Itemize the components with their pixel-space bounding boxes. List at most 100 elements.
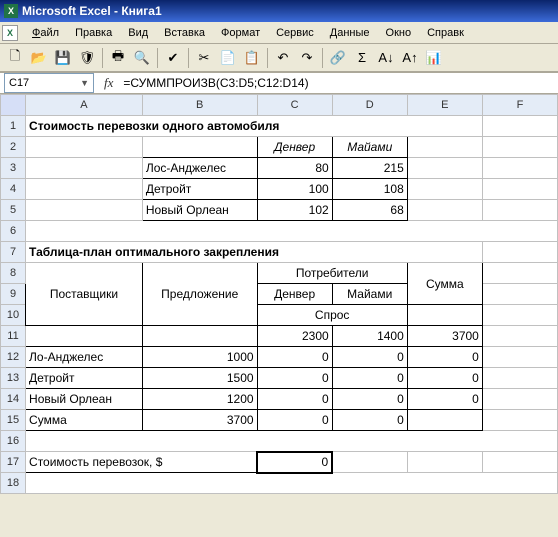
cell-A17[interactable]: Стоимость перевозок, $ [26, 452, 258, 473]
row-header-17[interactable]: 17 [1, 452, 26, 473]
cell-D3[interactable]: 215 [332, 158, 407, 179]
cell-A5[interactable] [26, 200, 143, 221]
cell-A12[interactable]: Ло-Анджелес [26, 347, 143, 368]
menu-view[interactable]: Вид [120, 25, 156, 41]
chart-icon[interactable]: 📊 [423, 47, 445, 69]
cell-F13[interactable] [482, 368, 557, 389]
cell-B13[interactable]: 1500 [142, 368, 257, 389]
grid[interactable]: A B C D E F 1 Стоимость перевозки одного… [0, 94, 558, 494]
cell-F4[interactable] [482, 179, 557, 200]
row-header-6[interactable]: 6 [1, 221, 26, 242]
cell-D15[interactable]: 0 [332, 410, 407, 431]
cell-E11[interactable]: 3700 [407, 326, 482, 347]
worksheet[interactable]: A B C D E F 1 Стоимость перевозки одного… [0, 94, 558, 494]
cell-B2[interactable] [142, 137, 257, 158]
cell-B5[interactable]: Новый Орлеан [142, 200, 257, 221]
cell-B8[interactable]: Предложение [142, 263, 257, 326]
cell-B15[interactable]: 3700 [142, 410, 257, 431]
cell-A14[interactable]: Новый Орлеан [26, 389, 143, 410]
cell-E15[interactable] [407, 410, 482, 431]
row-header-11[interactable]: 11 [1, 326, 26, 347]
row-header-2[interactable]: 2 [1, 137, 26, 158]
cell-B12[interactable]: 1000 [142, 347, 257, 368]
cell-C4[interactable]: 100 [257, 179, 332, 200]
col-header-B[interactable]: B [142, 95, 257, 116]
cell-A2[interactable] [26, 137, 143, 158]
cell-E8[interactable]: Сумма [407, 263, 482, 305]
cell-E17[interactable] [407, 452, 482, 473]
cell-D9[interactable]: Майами [332, 284, 407, 305]
cell-F3[interactable] [482, 158, 557, 179]
menu-format[interactable]: Формат [213, 25, 268, 41]
cell-F12[interactable] [482, 347, 557, 368]
cell-C9[interactable]: Денвер [257, 284, 332, 305]
cell-B14[interactable]: 1200 [142, 389, 257, 410]
cell-F1[interactable] [482, 116, 557, 137]
formula-input[interactable] [119, 76, 558, 90]
menu-edit[interactable]: Правка [67, 25, 120, 41]
cell-E2[interactable] [407, 137, 482, 158]
permission-icon[interactable]: 🛡 [76, 47, 98, 69]
chevron-down-icon[interactable]: ▼ [80, 78, 89, 88]
cell-C10[interactable]: Спрос [257, 305, 407, 326]
col-header-E[interactable]: E [407, 95, 482, 116]
cell-C15[interactable]: 0 [257, 410, 332, 431]
cell-C17[interactable]: 0 [257, 452, 332, 473]
cell-A1[interactable]: Стоимость перевозки одного автомобиля [26, 116, 483, 137]
cell-F15[interactable] [482, 410, 557, 431]
cell-F9[interactable] [482, 284, 557, 305]
cell-E14[interactable]: 0 [407, 389, 482, 410]
undo-icon[interactable]: ↶ [272, 47, 294, 69]
cell-A18[interactable] [26, 473, 558, 494]
cell-A4[interactable] [26, 179, 143, 200]
row-header-13[interactable]: 13 [1, 368, 26, 389]
cell-C14[interactable]: 0 [257, 389, 332, 410]
workbook-icon[interactable]: X [2, 25, 18, 41]
cell-D11[interactable]: 1400 [332, 326, 407, 347]
cell-C8[interactable]: Потребители [257, 263, 407, 284]
cell-D12[interactable]: 0 [332, 347, 407, 368]
menu-window[interactable]: Окно [378, 25, 420, 41]
row-header-15[interactable]: 15 [1, 410, 26, 431]
row-header-8[interactable]: 8 [1, 263, 26, 284]
cut-icon[interactable]: ✂ [193, 47, 215, 69]
cell-F11[interactable] [482, 326, 557, 347]
cell-F14[interactable] [482, 389, 557, 410]
sum-icon[interactable]: Σ [351, 47, 373, 69]
cell-E12[interactable]: 0 [407, 347, 482, 368]
row-header-4[interactable]: 4 [1, 179, 26, 200]
preview-icon[interactable]: 🔍 [131, 47, 153, 69]
cell-F7[interactable] [482, 242, 557, 263]
cell-F2[interactable] [482, 137, 557, 158]
row-header-3[interactable]: 3 [1, 158, 26, 179]
cell-C2[interactable]: Денвер [257, 137, 332, 158]
cell-C13[interactable]: 0 [257, 368, 332, 389]
menu-tools[interactable]: Сервис [268, 25, 322, 41]
cell-E10[interactable] [407, 305, 482, 326]
row-header-7[interactable]: 7 [1, 242, 26, 263]
cell-A16[interactable] [26, 431, 558, 452]
cell-C5[interactable]: 102 [257, 200, 332, 221]
row-header-18[interactable]: 18 [1, 473, 26, 494]
cell-F17[interactable] [482, 452, 557, 473]
cell-D14[interactable]: 0 [332, 389, 407, 410]
cell-D4[interactable]: 108 [332, 179, 407, 200]
menu-insert[interactable]: Вставка [156, 25, 213, 41]
cell-B4[interactable]: Детройт [142, 179, 257, 200]
col-header-A[interactable]: A [26, 95, 143, 116]
cell-A7[interactable]: Таблица-план оптимального закрепления [26, 242, 483, 263]
col-header-D[interactable]: D [332, 95, 407, 116]
cell-B3[interactable]: Лос-Анджелес [142, 158, 257, 179]
row-header-12[interactable]: 12 [1, 347, 26, 368]
print-icon[interactable]: 🖶 [107, 47, 129, 69]
spell-icon[interactable]: ✔ [162, 47, 184, 69]
cell-A3[interactable] [26, 158, 143, 179]
cell-D13[interactable]: 0 [332, 368, 407, 389]
sort-desc-icon[interactable]: A↑ [399, 47, 421, 69]
cell-A8[interactable]: Поставщики [26, 263, 143, 326]
redo-icon[interactable]: ↷ [296, 47, 318, 69]
cell-A15[interactable]: Сумма [26, 410, 143, 431]
cell-A6[interactable] [26, 221, 558, 242]
menu-data[interactable]: Данные [322, 25, 378, 41]
cell-C11[interactable]: 2300 [257, 326, 332, 347]
